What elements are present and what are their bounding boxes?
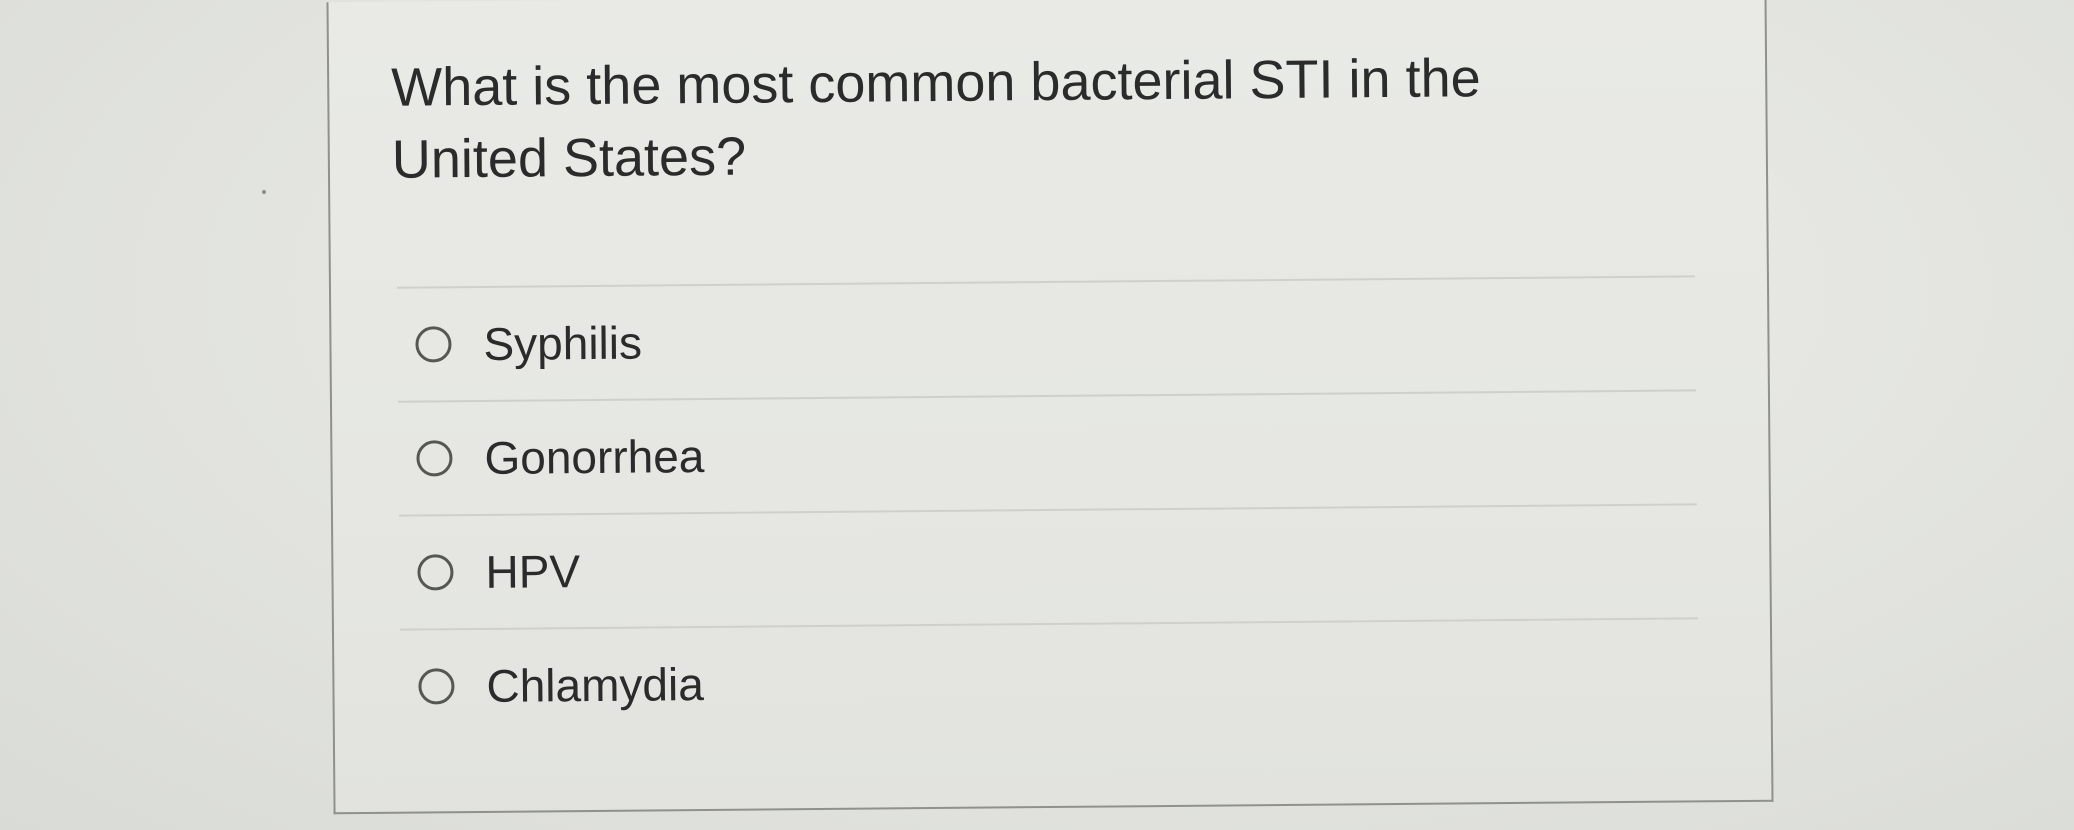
answer-label: HPV bbox=[485, 545, 581, 598]
answer-label: Syphilis bbox=[483, 316, 643, 370]
answer-option-gonorrhea[interactable]: Gonorrhea bbox=[398, 391, 1697, 514]
answer-label: Gonorrhea bbox=[484, 430, 705, 484]
answer-option-hpv[interactable]: HPV bbox=[399, 505, 1698, 628]
answer-label: Chlamydia bbox=[486, 658, 704, 712]
screen-speck bbox=[262, 190, 266, 194]
answer-list: Syphilis Gonorrhea HPV Chlamydia bbox=[396, 275, 1699, 742]
answer-option-syphilis[interactable]: Syphilis bbox=[397, 277, 1696, 400]
quiz-question-card: What is the most common bacterial STI in… bbox=[326, 0, 1774, 815]
radio-unselected-icon[interactable] bbox=[415, 326, 452, 363]
question-text: What is the most common bacterial STI in… bbox=[390, 48, 1481, 190]
radio-unselected-icon[interactable] bbox=[417, 554, 454, 591]
answer-option-chlamydia[interactable]: Chlamydia bbox=[400, 619, 1699, 742]
radio-unselected-icon[interactable] bbox=[418, 668, 455, 705]
radio-unselected-icon[interactable] bbox=[416, 440, 453, 477]
